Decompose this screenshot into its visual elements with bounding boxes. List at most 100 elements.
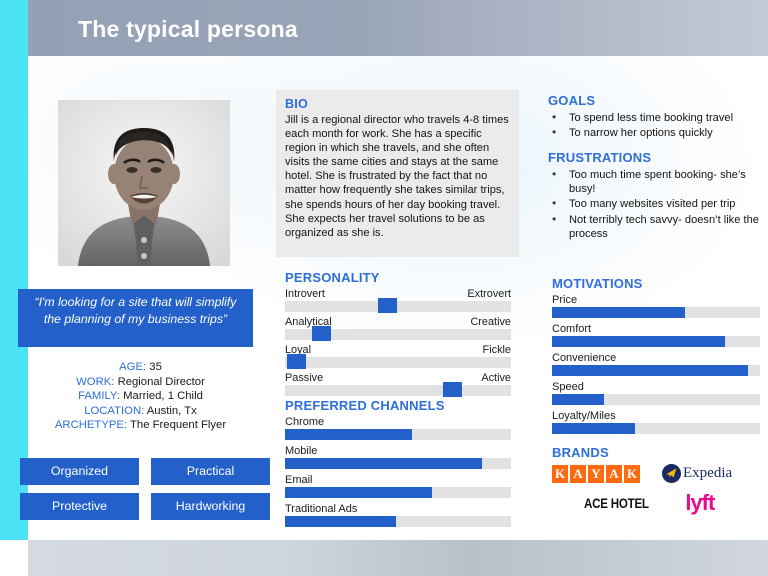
motivation-track — [552, 365, 760, 376]
channel-label: Traditional Ads — [285, 503, 358, 515]
brands-section: BRANDS K A Y A K Expedia ACE HOTEL lyft — [552, 445, 760, 514]
motivations-heading: MOTIVATIONS — [552, 276, 643, 291]
footer-bar — [28, 540, 768, 576]
brands-logo-row-2: ACE HOTEL lyft — [584, 492, 760, 514]
brands-logo-row-1: K A Y A K Expedia — [552, 464, 760, 483]
motivation-track — [552, 394, 760, 405]
slider-label-left: Passive — [285, 372, 324, 384]
bio-heading: BIO — [285, 97, 308, 111]
channel-track — [285, 487, 511, 498]
demographic-value: Regional Director — [117, 375, 205, 388]
channel-label: Email — [285, 474, 313, 486]
goals-section: GOALS To spend less time booking travel … — [548, 93, 754, 141]
kayak-letter: K — [552, 464, 568, 483]
personality-heading: PERSONALITY — [285, 270, 380, 285]
expedia-logo: Expedia — [662, 464, 732, 483]
frustrations-list-item: Too many websites visited per trip — [548, 196, 760, 211]
demographic-value: 35 — [149, 361, 162, 373]
bio-text: Jill is a regional director who travels … — [285, 114, 509, 239]
slider-thumb[interactable] — [287, 354, 307, 369]
brands-heading: BRANDS — [552, 445, 609, 460]
demographic-label: ARCHETYPE: — [54, 419, 128, 432]
motivation-row-speed: Speed — [552, 381, 760, 405]
demographic-value: Austin, Tx — [146, 404, 197, 417]
trait-tag-organized[interactable]: Organized — [20, 458, 139, 485]
goals-list-item: To spend less time booking travel — [548, 110, 754, 125]
channel-track — [285, 458, 511, 469]
slider-label-right: Creative — [470, 316, 511, 328]
slider-label-right: Extrovert — [467, 288, 511, 300]
motivation-track — [552, 307, 760, 318]
kayak-letter: Y — [588, 464, 604, 483]
personality-row-loyal-fickle: Loyal Fickle — [285, 344, 511, 369]
demographic-row: AGE: 35 — [18, 360, 263, 375]
motivation-fill — [552, 336, 725, 347]
motivation-fill — [552, 423, 636, 434]
slider-track[interactable] — [285, 298, 511, 313]
channel-track — [285, 516, 511, 527]
demographic-value: Married, 1 Child — [123, 390, 203, 403]
channel-label: Chrome — [285, 416, 325, 428]
slider-track[interactable] — [285, 326, 511, 341]
personality-row-passive-active: Passive Active — [285, 372, 511, 397]
demographic-label: LOCATION: — [84, 404, 145, 417]
motivations-section: MOTIVATIONS Price Comfort Convenience Sp… — [552, 276, 760, 439]
goals-list: To spend less time booking travel To nar… — [548, 110, 754, 140]
expedia-wordmark: Expedia — [683, 465, 733, 481]
channel-fill — [285, 516, 396, 527]
channel-label: Mobile — [285, 445, 318, 457]
slider-thumb[interactable] — [377, 298, 397, 313]
goals-heading: GOALS — [548, 93, 596, 108]
channels-heading: PREFERRED CHANNELS — [285, 398, 445, 413]
motivation-row-price: Price — [552, 294, 760, 318]
motivation-row-convenience: Convenience — [552, 352, 760, 376]
page-title: The typical persona — [78, 16, 298, 42]
trait-tag-protective[interactable]: Protective — [20, 493, 139, 520]
preferred-channels-section: PREFERRED CHANNELS Chrome Mobile Email T… — [285, 398, 511, 532]
persona-quote: “I'm looking for a site that will simpli… — [18, 289, 253, 347]
kayak-letter: A — [570, 464, 586, 483]
kayak-logo: K A Y A K — [552, 464, 640, 483]
demographics-list: AGE: 35 WORK: Regional Director FAMILY: … — [18, 360, 263, 433]
demographic-label: WORK: — [76, 375, 115, 388]
slider-track[interactable] — [285, 382, 511, 397]
bio-card: BIO Jill is a regional director who trav… — [276, 90, 519, 257]
channel-row-traditional-ads: Traditional Ads — [285, 503, 511, 527]
trait-tag-practical[interactable]: Practical — [151, 458, 270, 485]
goals-list-item: To narrow her options quickly — [548, 125, 754, 140]
motivation-track — [552, 423, 760, 434]
frustrations-heading: FRUSTRATIONS — [548, 150, 652, 165]
demographic-row: FAMILY: Married, 1 Child — [18, 389, 263, 404]
persona-photo — [58, 100, 230, 266]
demographic-row: ARCHETYPE: The Frequent Flyer — [18, 418, 263, 433]
channel-fill — [285, 429, 412, 440]
lyft-logo: lyft — [685, 490, 715, 515]
trait-tag-group: Organized Practical Protective Hardworki… — [20, 458, 270, 520]
kayak-letter: K — [624, 464, 640, 483]
channel-row-chrome: Chrome — [285, 416, 511, 440]
slide-canvas: The typical persona “I'm looking for a s… — [0, 0, 768, 576]
frustrations-section: FRUSTRATIONS Too much time spent booking… — [548, 150, 760, 242]
trait-tag-hardworking[interactable]: Hardworking — [151, 493, 270, 520]
slider-thumb[interactable] — [312, 326, 332, 341]
slider-track[interactable] — [285, 354, 511, 369]
frustrations-list-item: Too much time spent booking- she’s busy! — [548, 167, 760, 196]
motivation-label: Price — [552, 294, 578, 306]
channel-row-email: Email — [285, 474, 511, 498]
slider-label-right: Active — [481, 372, 511, 384]
motivation-label: Convenience — [552, 352, 617, 364]
motivation-row-comfort: Comfort — [552, 323, 760, 347]
channel-fill — [285, 458, 482, 469]
slider-label-right: Fickle — [482, 344, 511, 356]
motivation-label: Loyalty/Miles — [552, 410, 616, 422]
demographic-label: AGE: — [119, 361, 147, 373]
motivation-row-loyalty-miles: Loyalty/Miles — [552, 410, 760, 434]
channel-fill — [285, 487, 432, 498]
motivation-track — [552, 336, 760, 347]
motivation-fill — [552, 394, 604, 405]
channel-track — [285, 429, 511, 440]
slider-label-left: Introvert — [285, 288, 325, 300]
slider-thumb[interactable] — [443, 382, 463, 397]
motivation-label: Speed — [552, 381, 584, 393]
kayak-letter: A — [606, 464, 622, 483]
